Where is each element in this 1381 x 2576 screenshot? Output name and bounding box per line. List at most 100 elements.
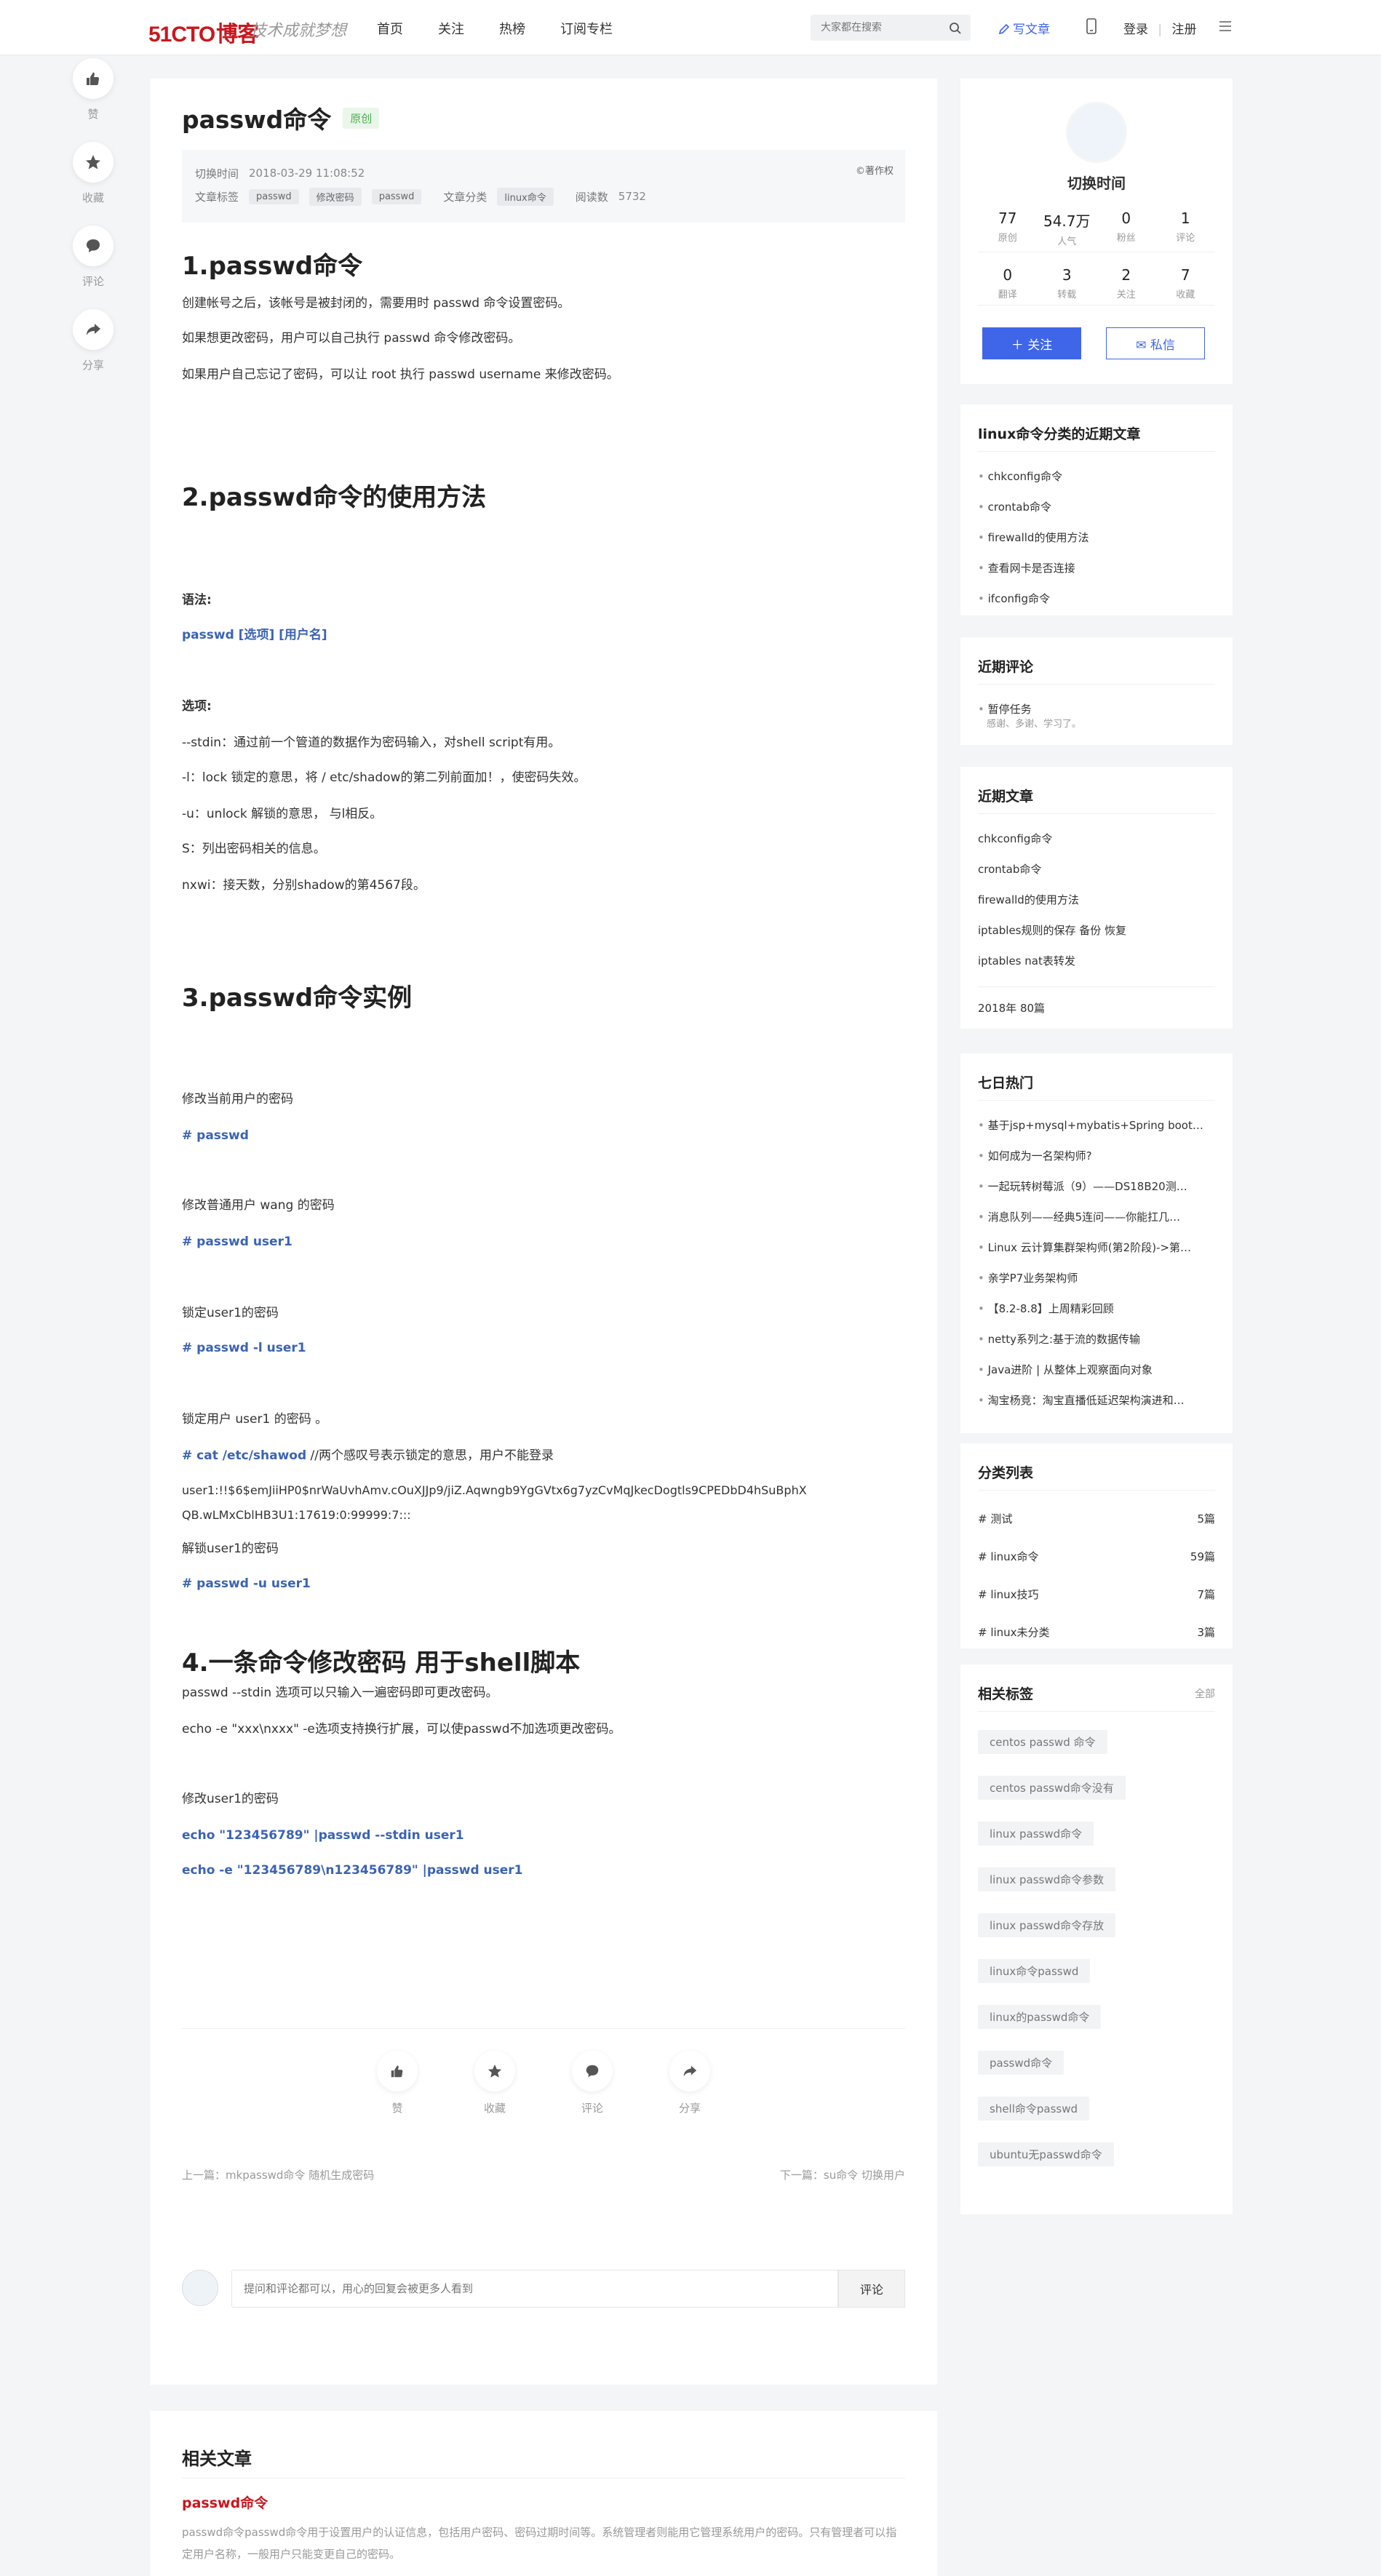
author-name[interactable]: 切换时间: [960, 172, 1233, 193]
list-item[interactable]: crontab命令: [978, 854, 1215, 885]
article-category[interactable]: linux命令: [497, 187, 554, 206]
stat-item[interactable]: 2 关注: [1097, 266, 1156, 306]
tag-chip[interactable]: ubuntu无passwd命令: [978, 2142, 1114, 2166]
prev-article-link[interactable]: 上一篇：mkpasswd命令 随机生成密码: [182, 2169, 374, 2182]
nav-hot[interactable]: 热榜: [499, 19, 525, 38]
category-item[interactable]: # linux命令 59篇: [978, 1538, 1215, 1576]
related-tags-panel: 相关标签 全部 centos passwd 命令 centos passwd命令…: [960, 1664, 1233, 2214]
category-item[interactable]: # linux未分类 3篇: [978, 1614, 1215, 1651]
list-item[interactable]: chkconfig命令: [978, 461, 1215, 492]
tag-chip[interactable]: centos passwd命令没有: [978, 1776, 1126, 1800]
avatar[interactable]: [1066, 102, 1127, 163]
site-logo[interactable]: 51CTO博客: [148, 16, 259, 48]
tag-chip[interactable]: linux passwd命令存放: [978, 1913, 1116, 1937]
tag-chip[interactable]: shell命令passwd: [978, 2097, 1090, 2121]
author-profile: 切换时间 77 原创 54.7万 人气 0 粉丝 1 评论 0 翻译 3 转载 2 关注 7收…: [960, 79, 1233, 384]
article-card: passwd命令 原创 切换时间 2018-03-29 11:08:52 文章标…: [150, 79, 937, 2381]
section-heading: 4.一条命令修改密码 用于shell脚本: [182, 1648, 581, 1678]
stat-item[interactable]: 7 收藏: [1155, 266, 1215, 306]
stat-item[interactable]: 3 转载: [1037, 266, 1097, 306]
list-item[interactable]: 如何成为一名架构师?: [978, 1141, 1215, 1171]
star-icon: [487, 2064, 502, 2078]
favorite-button[interactable]: 收藏: [71, 142, 115, 205]
share-button[interactable]: 分享: [71, 309, 115, 372]
tag-chip[interactable]: linux passwd命令参数: [978, 1867, 1116, 1891]
share-button[interactable]: 分享: [669, 2051, 710, 2116]
menu-icon[interactable]: [1218, 19, 1233, 33]
article-tag[interactable]: passwd: [371, 188, 422, 204]
article-title: passwd命令 原创: [182, 100, 905, 135]
message-button[interactable]: ✉ 私信: [1106, 327, 1205, 359]
list-item[interactable]: iptables nat表转发: [978, 946, 1215, 976]
tag-chip[interactable]: linux命令passwd: [978, 1959, 1091, 1983]
section-heading: 2.passwd命令的使用方法: [182, 483, 487, 512]
list-item[interactable]: Linux 云计算集群架构师(第2阶段)->第…: [978, 1232, 1215, 1263]
comment-box: 评论: [150, 2239, 937, 2385]
comment-button[interactable]: 评论: [572, 2051, 613, 2116]
article-tag[interactable]: 修改密码: [309, 187, 362, 206]
article-tag[interactable]: passwd: [249, 188, 299, 204]
main-nav: 首页 关注 热榜 订阅专栏: [377, 19, 648, 38]
list-item[interactable]: 淘宝杨竞：淘宝直播低延迟架构演进和…: [978, 1385, 1215, 1416]
list-item[interactable]: firewalld的使用方法: [978, 522, 1215, 553]
section-heading: 3.passwd命令实例: [182, 984, 413, 1013]
category-item[interactable]: # linux技巧 7篇: [978, 1576, 1215, 1614]
list-item[interactable]: 基于jsp+mysql+mybatis+Spring boot…: [978, 1110, 1215, 1141]
tag-chip[interactable]: linux passwd命令: [978, 1822, 1094, 1846]
related-heading: 相关文章: [182, 2449, 252, 2469]
list-item[interactable]: 一起玩转树莓派（9）——DS18B20测…: [978, 1171, 1215, 1202]
list-item[interactable]: Java进阶 | 从整体上观察面向对象: [978, 1355, 1215, 1385]
register-link[interactable]: 注册: [1172, 23, 1197, 37]
related-article-link[interactable]: passwd命令: [182, 2492, 268, 2512]
stat-item[interactable]: 0 翻译: [978, 266, 1038, 306]
nav-home[interactable]: 首页: [377, 19, 403, 38]
archive-item[interactable]: 2018年 80篇: [978, 993, 1215, 1024]
related-article-desc: passwd命令passwd命令用于设置用户的认证信息，包括用户密码、密码过期时…: [182, 2526, 897, 2561]
all-tags-link[interactable]: 全部: [1195, 1686, 1215, 1701]
stat-item[interactable]: 0 粉丝: [1097, 210, 1156, 252]
list-item[interactable]: netty系列之:基于流的数据传输: [978, 1324, 1215, 1355]
search-input[interactable]: [811, 15, 942, 41]
author-stats: 77 原创 54.7万 人气 0 粉丝 1 评论: [978, 210, 1215, 252]
comment-button[interactable]: 评论: [71, 226, 115, 289]
list-item[interactable]: iptables规则的保存 备份 恢复: [978, 915, 1215, 946]
like-button[interactable]: 赞: [377, 2051, 418, 2116]
list-item[interactable]: 消息队列——经典5连问——你能扛几…: [978, 1202, 1215, 1232]
list-item[interactable]: 亲学P7业务架构师: [978, 1263, 1215, 1293]
recent-articles-panel: 近期文章 chkconfig命令 crontab命令 firewalld的使用方…: [960, 767, 1233, 1029]
article-meta: 切换时间 2018-03-29 11:08:52 文章标签 passwd 修改密…: [182, 150, 905, 223]
search-box: [811, 15, 971, 41]
comment-input[interactable]: [231, 2270, 838, 2308]
list-item[interactable]: ifconfig命令: [978, 583, 1215, 614]
tag-chip[interactable]: passwd命令: [978, 2051, 1064, 2075]
stat-item[interactable]: 54.7万 人气: [1037, 210, 1097, 252]
mobile-icon[interactable]: [1086, 17, 1097, 35]
tag-chip[interactable]: centos passwd 命令: [978, 1730, 1107, 1754]
category-item[interactable]: # 测试 5篇: [978, 1500, 1215, 1538]
search-icon[interactable]: [949, 22, 962, 35]
list-item[interactable]: chkconfig命令: [978, 824, 1215, 854]
copyright-label: ©著作权: [855, 166, 894, 177]
thumbs-up-icon: [391, 2065, 403, 2078]
nav-follow[interactable]: 关注: [438, 19, 464, 38]
original-badge: 原创: [343, 107, 380, 129]
tag-chip[interactable]: linux的passwd命令: [978, 2005, 1102, 2029]
nav-subscribe[interactable]: 订阅专栏: [560, 19, 613, 38]
list-item[interactable]: crontab命令: [978, 492, 1215, 522]
stat-item[interactable]: 77 原创: [978, 210, 1038, 252]
list-item[interactable]: 查看网卡是否连接: [978, 553, 1215, 583]
like-button[interactable]: 赞: [71, 58, 115, 121]
list-item[interactable]: firewalld的使用方法: [978, 885, 1215, 915]
floating-actions: 赞 收藏 评论 分享: [71, 58, 115, 393]
write-article-button[interactable]: 写文章: [998, 19, 1050, 37]
favorite-button[interactable]: 收藏: [474, 2051, 515, 2116]
comment-icon: [87, 239, 100, 252]
next-article-link[interactable]: 下一篇：su命令 切换用户: [780, 2167, 905, 2182]
login-link[interactable]: 登录: [1123, 23, 1148, 37]
stat-item[interactable]: 1 评论: [1155, 210, 1215, 252]
prev-next-nav: 上一篇：mkpasswd命令 随机生成密码 下一篇：su命令 切换用户: [182, 2167, 905, 2182]
submit-comment-button[interactable]: 评论: [838, 2270, 905, 2308]
thumbs-up-icon: [87, 72, 99, 85]
follow-button[interactable]: ＋ 关注: [982, 327, 1081, 359]
list-item[interactable]: 【8.2-8.8】上周精彩回顾: [978, 1293, 1215, 1324]
